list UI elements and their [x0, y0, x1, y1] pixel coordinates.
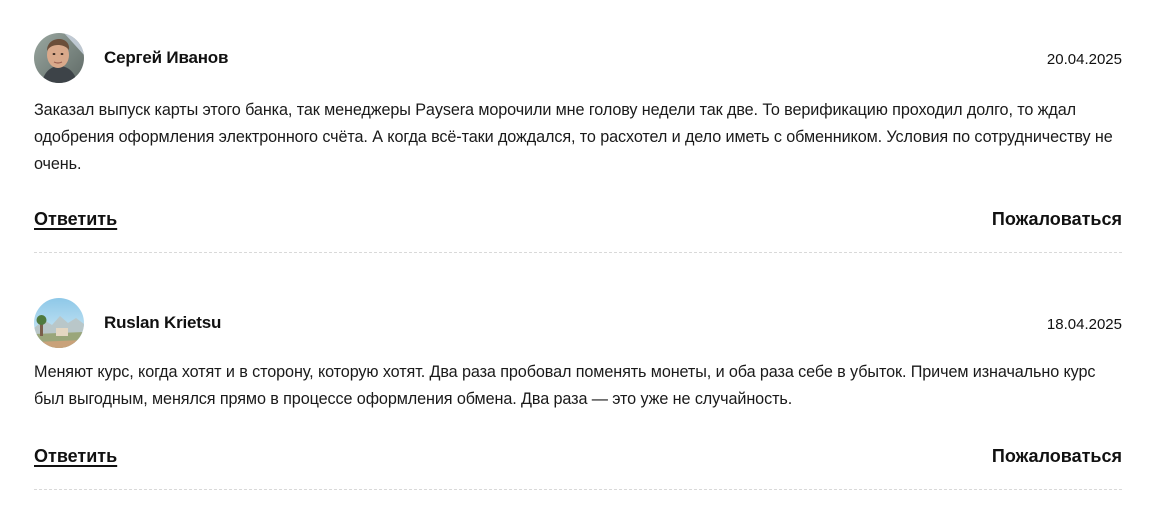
landscape-photo-avatar-icon — [34, 298, 84, 348]
comment-item: Сергей Иванов 20.04.2025 Заказал выпуск … — [34, 0, 1122, 253]
comments-list: Сергей Иванов 20.04.2025 Заказал выпуск … — [34, 0, 1122, 490]
comment-item: Ruslan Krietsu 18.04.2025 Меняют курс, к… — [34, 253, 1122, 490]
comment-text: Меняют курс, когда хотят и в сторону, ко… — [34, 363, 1096, 408]
avatar — [34, 33, 84, 83]
comment-date: 20.04.2025 — [1046, 50, 1122, 68]
comment-date: 18.04.2025 — [1046, 315, 1122, 333]
comment-text: Заказал выпуск карты этого банка, так ме… — [34, 101, 1113, 173]
comment-actions: Ответить Пожаловаться — [34, 209, 1122, 230]
comment-actions: Ответить Пожаловаться — [34, 446, 1122, 467]
avatar — [34, 298, 84, 348]
comment-author: Сергей Иванов — [104, 48, 229, 67]
report-link[interactable]: Пожаловаться — [992, 446, 1122, 467]
comment-header: Ruslan Krietsu 18.04.2025 — [34, 298, 1122, 348]
user-photo-avatar-icon — [34, 33, 84, 83]
comment-author: Ruslan Krietsu — [104, 313, 222, 332]
reply-link[interactable]: Ответить — [34, 209, 117, 230]
report-link[interactable]: Пожаловаться — [992, 209, 1122, 230]
reply-link[interactable]: Ответить — [34, 446, 117, 467]
comment-header: Сергей Иванов 20.04.2025 — [34, 33, 1122, 83]
